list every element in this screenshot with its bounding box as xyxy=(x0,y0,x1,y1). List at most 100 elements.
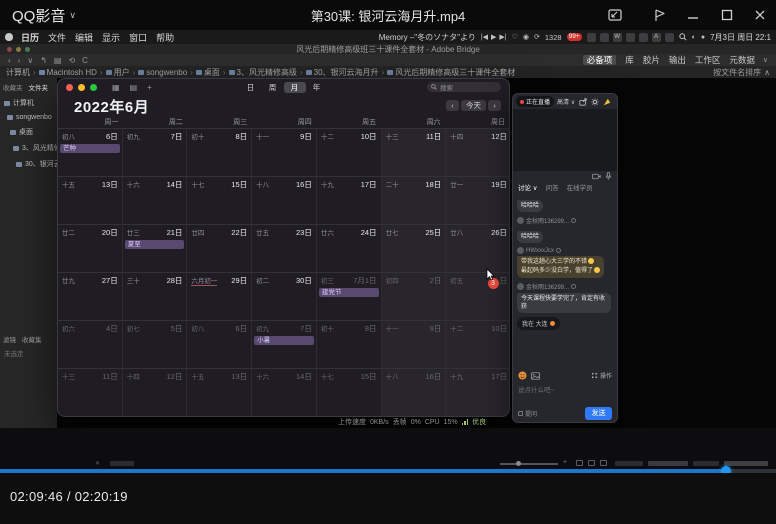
window-control-dot[interactable] xyxy=(16,47,21,52)
breadcrumb-item[interactable]: Macintosh HD xyxy=(39,68,97,77)
calendar-day-cell[interactable]: 十九17日 xyxy=(317,177,382,224)
breadcrumb-item[interactable]: 30、银河云海月升 xyxy=(306,67,379,78)
app-menu-button[interactable]: QQ影音 ∨ xyxy=(12,5,76,26)
calendar-day-cell[interactable]: 初五3日 xyxy=(446,273,510,320)
calendar-day-cell[interactable]: 廿五23日 xyxy=(252,225,317,272)
microphone-icon[interactable] xyxy=(605,172,612,180)
maximize-button[interactable] xyxy=(718,7,736,23)
sync-icon[interactable]: ⟳ xyxy=(534,33,540,41)
calendar-day-cell[interactable]: 十五13日 xyxy=(58,177,123,224)
chat-tab-2[interactable]: 问答 xyxy=(546,182,559,192)
chat-input-field[interactable]: 说点什么吧~ xyxy=(513,382,617,404)
calendar-day-cell[interactable]: 初六4日 xyxy=(58,321,123,368)
media-transport-icon[interactable]: ▶| xyxy=(499,33,506,41)
view-tab-年[interactable]: 年 xyxy=(306,82,328,93)
slider-knob[interactable] xyxy=(516,461,521,466)
sidebar-folder-item[interactable]: 桌面 xyxy=(0,124,57,140)
control-center-icon[interactable]: ◐ xyxy=(692,34,696,41)
filter-panel-tab[interactable]: 滤镜 xyxy=(3,334,16,344)
calendar-day-cell[interactable]: 初七5日 xyxy=(123,321,188,368)
calendar-day-cell[interactable]: 初九7日小暑 xyxy=(252,321,317,368)
calendar-grid[interactable]: 初八6日芒种初九7日初十8日十一9日十二10日十三11日十四12日十五13日十六… xyxy=(58,128,510,416)
view-tab-日[interactable]: 日 xyxy=(240,82,262,93)
calendar-day-cell[interactable]: 廿八26日 xyxy=(446,225,510,272)
calendar-day-cell[interactable]: 十七15日 xyxy=(317,369,382,416)
plus-icon[interactable]: + xyxy=(563,459,567,466)
media-transport-icon[interactable]: |◀ xyxy=(481,33,488,41)
calendar-day-cell[interactable]: 初十8日 xyxy=(187,129,252,176)
inbox-icon[interactable]: ▤ xyxy=(130,83,138,92)
zoom-dot[interactable] xyxy=(90,84,97,91)
calendar-day-cell[interactable]: 十五13日 xyxy=(187,369,252,416)
image-icon[interactable] xyxy=(531,372,540,380)
calendar-day-cell[interactable]: 廿六24日 xyxy=(317,225,382,272)
bridge-tool-icon[interactable]: ∨ xyxy=(27,56,33,65)
pin-icon[interactable] xyxy=(603,98,611,106)
menubar-app-icon[interactable] xyxy=(626,33,635,42)
calendar-event[interactable]: 夏至 xyxy=(125,240,185,249)
media-transport-icon[interactable]: ▶ xyxy=(491,33,496,41)
calendar-day-cell[interactable]: 十二10日 xyxy=(317,129,382,176)
prev-month-button[interactable]: ‹ xyxy=(446,100,459,111)
sort-control[interactable]: 按文件名排序 ∧ xyxy=(713,67,770,78)
quality-selector[interactable]: 高清 ∨ xyxy=(557,97,575,106)
calendar-window-controls[interactable] xyxy=(66,84,102,91)
calendar-day-cell[interactable]: 三十28日 xyxy=(123,273,188,320)
bridge-tool-icon[interactable]: › xyxy=(18,56,21,65)
chevron-down-icon[interactable]: ∨ xyxy=(763,56,768,64)
next-month-button[interactable]: › xyxy=(488,100,501,111)
calendar-day-cell[interactable]: 初八6日 xyxy=(187,321,252,368)
menubar-app-icon[interactable] xyxy=(639,33,648,42)
calendar-day-cell[interactable]: 十四12日 xyxy=(123,369,188,416)
video-content[interactable]: 日历 文件编辑显示窗口帮助 Memory –"冬のソナタ"より |◀▶▶| ♡ … xyxy=(0,30,776,470)
menubar-app-icon[interactable] xyxy=(587,33,596,42)
ask-question-toggle[interactable]: 提问 xyxy=(518,409,537,418)
minimize-button[interactable] xyxy=(684,7,702,23)
calendar-day-cell[interactable]: 廿七25日 xyxy=(382,225,447,272)
workspace-tab[interactable]: 输出 xyxy=(669,54,686,66)
menubar-app-icon[interactable] xyxy=(665,33,674,42)
calendar-day-cell[interactable]: 初九7日 xyxy=(123,129,188,176)
calendar-day-cell[interactable]: 十九17日 xyxy=(446,369,510,416)
close-button[interactable] xyxy=(751,7,769,23)
breadcrumb-item[interactable]: 风光后期精修高级三十课件全套材 xyxy=(387,67,515,78)
list-view-icon[interactable] xyxy=(600,460,607,466)
calendar-day-cell[interactable]: 十三11日 xyxy=(58,369,123,416)
media-transport-icons[interactable]: |◀▶▶| xyxy=(481,33,507,41)
calendar-day-cell[interactable]: 初十8日 xyxy=(317,321,382,368)
sidebar-folder-item[interactable]: 30、银河云海月升 xyxy=(0,156,57,172)
workspace-tab[interactable]: 工作区 xyxy=(695,54,721,66)
bridge-tool-icon[interactable]: ▤ xyxy=(54,56,62,65)
calendar-day-cell[interactable]: 十二10日 xyxy=(446,321,510,368)
calendar-day-cell[interactable]: 六月初一29日 xyxy=(187,273,252,320)
calendar-day-cell[interactable]: 十六14日 xyxy=(123,177,188,224)
calendar-day-cell[interactable]: 廿三21日夏至 xyxy=(123,225,188,272)
sidebar-panel-tab[interactable]: 收藏夹 xyxy=(3,82,23,92)
calendar-day-cell[interactable]: 十四12日 xyxy=(446,129,510,176)
workspace-tab[interactable]: 库 xyxy=(625,54,634,66)
minimize-dot[interactable] xyxy=(78,84,85,91)
sidebar-panel-tabs[interactable]: 收藏夹文件夹 xyxy=(0,78,57,95)
menubar-app-icon[interactable]: A xyxy=(652,33,661,42)
bridge-tool-icon[interactable]: ⟲ xyxy=(68,56,75,65)
filter-panel-tab[interactable]: 收藏集 xyxy=(22,334,42,344)
calendar-day-cell[interactable]: 十七15日 xyxy=(187,177,252,224)
sidebar-folder-item[interactable]: 3、风光精修高级 xyxy=(0,140,57,156)
calendar-day-cell[interactable]: 廿四22日 xyxy=(187,225,252,272)
breadcrumb-item[interactable]: 用户 xyxy=(106,67,130,78)
sidebar-folder-item[interactable]: 计算机 xyxy=(0,95,57,111)
bridge-tool-icon[interactable]: ‹ xyxy=(8,56,11,65)
bridge-tool-icon[interactable]: C xyxy=(82,56,88,65)
menubar-menu-item[interactable]: 窗口 xyxy=(129,31,147,44)
siri-icon[interactable]: ● xyxy=(701,34,705,41)
bridge-window-controls[interactable] xyxy=(7,47,30,52)
calendar-day-cell[interactable]: 初三7月1日建党节 xyxy=(317,273,382,320)
calendar-event[interactable]: 芒种 xyxy=(60,144,120,153)
bridge-nav-icons[interactable]: ‹ › ∨ ↰ ▤ ⟲ C xyxy=(8,56,88,65)
bridge-tool-icon[interactable]: ↰ xyxy=(40,56,47,65)
close-dot[interactable] xyxy=(66,84,73,91)
breadcrumb-item[interactable]: 3、风光精修高级 xyxy=(229,67,297,78)
calendar-day-cell[interactable]: 十三11日 xyxy=(382,129,447,176)
calendar-day-cell[interactable]: 十八16日 xyxy=(252,177,317,224)
camera-icon[interactable] xyxy=(592,173,601,180)
